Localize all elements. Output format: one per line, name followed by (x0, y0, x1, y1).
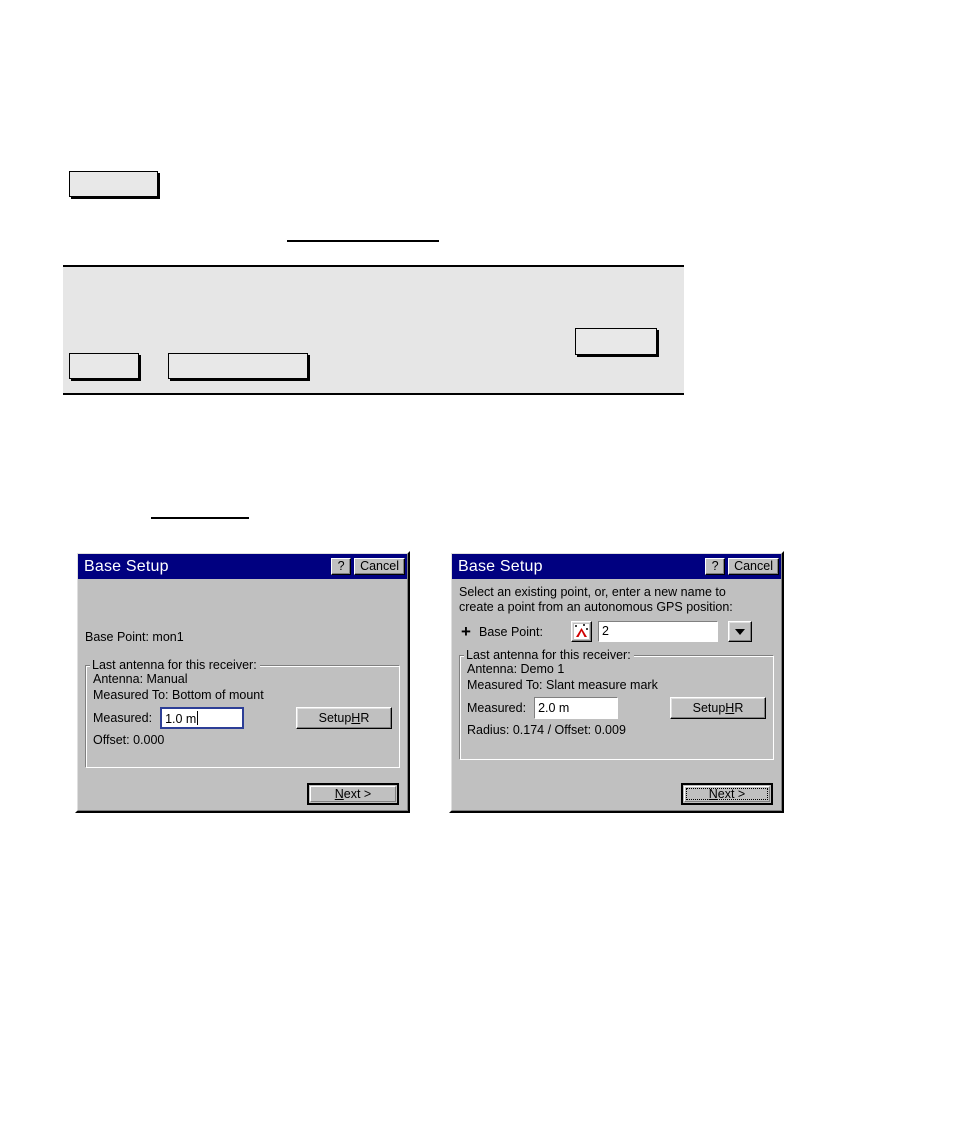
next-button[interactable]: Next > (307, 782, 399, 805)
intro-line-2: create a point from an autonomous GPS po… (459, 600, 733, 614)
dialog-bottom-bar: Next > (452, 780, 781, 810)
heading-underline-lower (151, 517, 249, 519)
content-panel (63, 265, 684, 395)
next-label-accel: N (334, 786, 344, 801)
base-point-static: Base Point: mon1 (85, 630, 184, 644)
top-placeholder-box (69, 171, 158, 197)
base-point-row: + Base Point: 2 (459, 621, 774, 642)
setup-hr-label-post: R (360, 711, 370, 725)
radius-offset-line: Radius: 0.174 / Offset: 0.009 (467, 723, 626, 737)
cancel-button[interactable]: Cancel (728, 558, 779, 575)
survey-point-icon (573, 624, 589, 639)
measured-input[interactable]: 1.0 m (160, 707, 245, 729)
last-antenna-group: Last antenna for this receiver: Antenna:… (85, 658, 400, 768)
cancel-button[interactable]: Cancel (354, 558, 405, 575)
panel-placeholder-wide (168, 353, 308, 379)
dialog-client-area: Select an existing point, or, enter a ne… (452, 579, 781, 780)
window-title: Base Setup (84, 557, 169, 575)
group-title: Last antenna for this receiver: (464, 648, 634, 662)
help-button[interactable]: ? (705, 558, 726, 575)
setup-hr-label-pre: Setup (692, 701, 726, 715)
setup-hr-button[interactable]: Setup HR (670, 697, 766, 719)
measured-row: Measured: 1.0 m Setup HR (93, 707, 392, 729)
next-label-accel: N (708, 786, 718, 801)
last-antenna-group: Last antenna for this receiver: Antenna:… (459, 648, 774, 760)
measured-input-value: 1.0 m (165, 712, 197, 726)
dialog-bottom-bar: Next > (78, 780, 407, 810)
setup-hr-label-accel: H (351, 711, 361, 725)
base-point-dropdown-button[interactable] (727, 621, 752, 642)
measured-label: Measured: (467, 701, 527, 715)
dialog-client-area: Base Point: mon1 Last antenna for this r… (78, 579, 407, 780)
dialog-base-setup-manual: Base Setup ? Cancel Base Point: mon1 Las… (75, 551, 410, 813)
next-label-post: ext > (717, 786, 746, 801)
window-title: Base Setup (458, 557, 543, 575)
measured-row: Measured: 2.0 m Setup HR (467, 697, 766, 719)
base-point-input[interactable]: 2 (597, 621, 718, 642)
help-button[interactable]: ? (331, 558, 352, 575)
setup-hr-label-accel: H (725, 701, 735, 715)
measured-to-line: Measured To: Bottom of mount (93, 688, 264, 702)
plus-icon: + (461, 622, 471, 641)
measured-to-line: Measured To: Slant measure mark (467, 678, 658, 692)
antenna-line: Antenna: Manual (93, 672, 188, 686)
titlebar: Base Setup ? Cancel (452, 554, 781, 579)
panel-placeholder-small-left (69, 353, 139, 379)
titlebar: Base Setup ? Cancel (78, 554, 407, 579)
offset-line: Offset: 0.000 (93, 733, 165, 747)
chevron-down-icon (734, 628, 745, 635)
next-label-post: ext > (343, 786, 372, 801)
intro-line-1: Select an existing point, or, enter a ne… (459, 585, 726, 599)
measured-input[interactable]: 2.0 m (534, 697, 619, 719)
group-title: Last antenna for this receiver: (90, 658, 260, 672)
heading-underline-upper (287, 240, 439, 242)
dialog-base-setup-demo: Base Setup ? Cancel Select an existing p… (449, 551, 784, 813)
panel-placeholder-right (575, 328, 657, 355)
text-caret (197, 711, 199, 725)
base-point-label: Base Point: (479, 624, 543, 639)
antenna-line: Antenna: Demo 1 (467, 662, 565, 676)
next-button[interactable]: Next > (681, 782, 773, 805)
measured-label: Measured: (93, 711, 153, 725)
survey-point-icon-button[interactable] (570, 621, 592, 642)
setup-hr-label-post: R (734, 701, 744, 715)
setup-hr-label-pre: Setup (318, 711, 352, 725)
setup-hr-button[interactable]: Setup HR (296, 707, 392, 729)
